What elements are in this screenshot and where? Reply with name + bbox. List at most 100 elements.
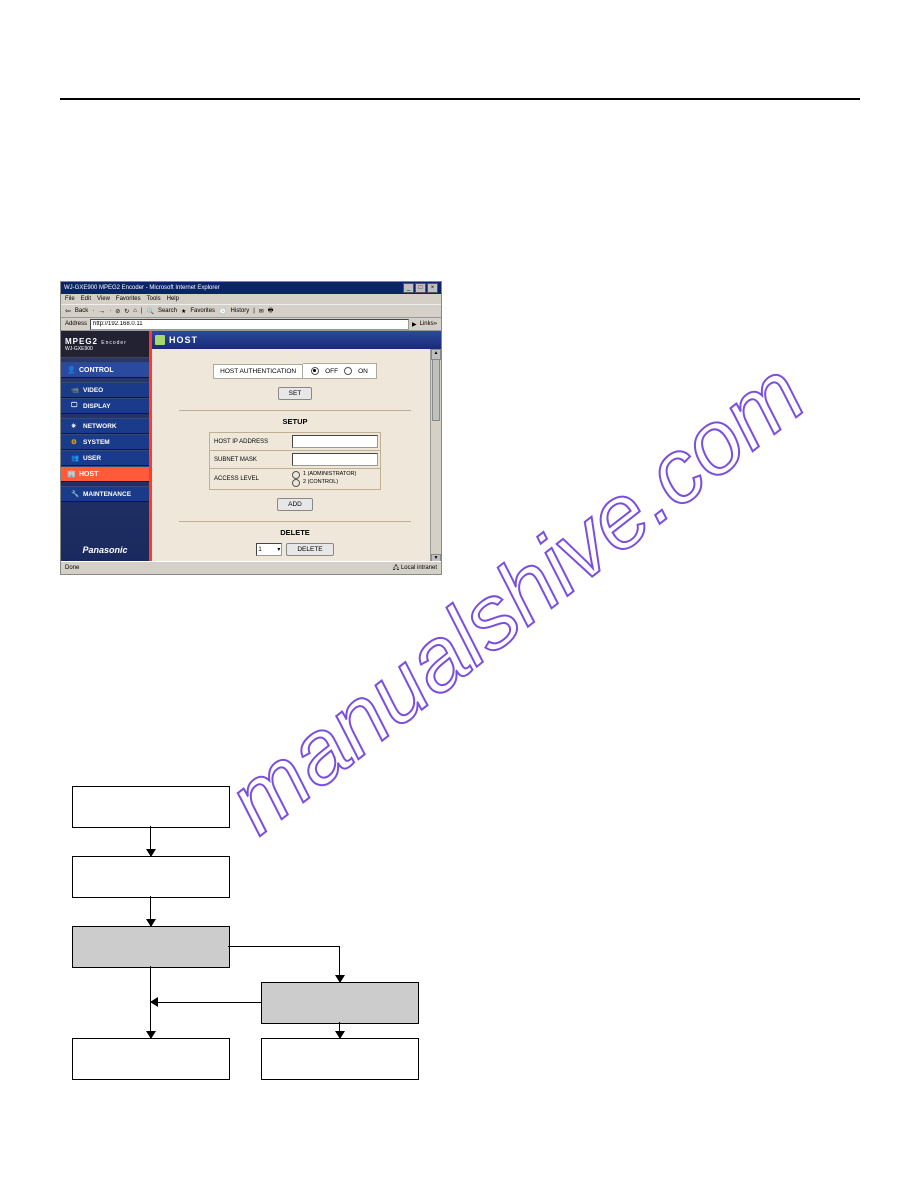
zone-icon: 🖧	[393, 565, 400, 571]
product-model: WJ-GXE900	[65, 346, 145, 352]
radio-admin[interactable]	[292, 471, 300, 479]
status-left: Done	[65, 565, 79, 571]
ip-label: HOST IP ADDRESS	[210, 433, 290, 450]
back-icon[interactable]: ⇦	[65, 307, 71, 315]
ip-input[interactable]	[292, 435, 378, 448]
subnet-input[interactable]	[292, 453, 378, 466]
delete-button[interactable]: DELETE	[286, 543, 333, 556]
panel-header: HOST	[149, 331, 441, 349]
app-sidebar: MPEG2 Encoder WJ-GXE900 👤CONTROL 📹VIDEO …	[61, 331, 149, 565]
host-auth-label: HOST AUTHENTICATION	[213, 364, 303, 379]
chevron-down-icon: ▾	[277, 546, 280, 553]
setup-title: SETUP	[179, 417, 411, 426]
nav-maintenance[interactable]: 🔧 MAINTENANCE	[61, 486, 149, 502]
divider-2	[179, 521, 411, 522]
nav-video[interactable]: 📹 VIDEO	[61, 382, 149, 398]
flow-box-3	[72, 926, 230, 968]
radio-off-label: OFF	[325, 368, 338, 375]
delete-select[interactable]: 1▾	[256, 543, 282, 556]
vertical-scrollbar[interactable]: ▲ ▼	[430, 349, 441, 565]
horizontal-rule	[60, 98, 860, 100]
radio-admin-label: 1 (ADMINISTRATOR)	[303, 471, 356, 478]
go-icon[interactable]: ▶	[412, 321, 417, 328]
host-icon: 🏢	[67, 470, 75, 478]
flow-arrow-4-6	[339, 1022, 340, 1038]
maintenance-icon: 🔧	[71, 490, 79, 498]
mail-icon[interactable]: ✉	[259, 308, 264, 315]
flow-line-4-left	[158, 1002, 261, 1003]
status-bar: Done 🖧 Local intranet	[61, 561, 441, 574]
menu-help[interactable]: Help	[167, 296, 179, 302]
minimize-button[interactable]: _	[403, 283, 414, 293]
radio-on-label: ON	[358, 368, 368, 375]
search-button[interactable]: Search	[158, 308, 177, 314]
menu-tools[interactable]: Tools	[147, 296, 161, 302]
radio-control[interactable]	[292, 479, 300, 487]
menu-edit[interactable]: Edit	[81, 296, 91, 302]
flow-box-2	[72, 856, 230, 898]
close-button[interactable]: ×	[427, 283, 438, 293]
host-auth-row: HOST AUTHENTICATION OFF ON	[179, 363, 411, 379]
system-icon: ⚙	[71, 438, 79, 446]
status-right: Local intranet	[401, 565, 437, 571]
menu-bar: File Edit View Favorites Tools Help	[61, 294, 441, 304]
flow-box-6	[261, 1038, 419, 1080]
flow-box-1	[72, 786, 230, 828]
user-icon: 👥	[71, 454, 79, 462]
nav-user-label: USER	[83, 455, 101, 462]
control-icon: 👤	[67, 366, 75, 374]
subnet-label: SUBNET MASK	[210, 451, 290, 468]
main-panel: HOST ▲ ▼ HOST AUTHENTICATION OFF ON	[149, 331, 441, 565]
search-icon[interactable]: 🔍	[146, 308, 153, 315]
menu-favorites[interactable]: Favorites	[116, 296, 141, 302]
menu-view[interactable]: View	[97, 296, 110, 302]
nav-maintenance-label: MAINTENANCE	[83, 491, 131, 498]
home-icon[interactable]: ⌂	[133, 308, 137, 314]
window-titlebar: WJ-GXE900 MPEG2 Encoder - Microsoft Inte…	[61, 282, 441, 294]
menu-file[interactable]: File	[65, 296, 75, 302]
nav-video-label: VIDEO	[83, 387, 103, 394]
stop-icon[interactable]: ⊘	[115, 308, 120, 315]
window-title: WJ-GXE900 MPEG2 Encoder - Microsoft Inte…	[64, 285, 220, 291]
add-button[interactable]: ADD	[277, 498, 313, 511]
nav-system[interactable]: ⚙ SYSTEM	[61, 434, 149, 450]
nav-system-label: SYSTEM	[83, 439, 110, 446]
scroll-thumb[interactable]	[432, 359, 440, 421]
address-input[interactable]	[90, 319, 409, 330]
host-header-icon	[155, 335, 165, 345]
flow-arrow-to-4	[339, 946, 340, 982]
display-icon: 🖵	[71, 402, 79, 410]
print-icon[interactable]: 🖶	[268, 306, 274, 316]
maximize-button[interactable]: □	[415, 283, 426, 293]
nav-control[interactable]: 👤CONTROL	[61, 362, 149, 378]
nav-user[interactable]: 👥 USER	[61, 450, 149, 466]
favorites-icon[interactable]: ★	[181, 308, 186, 315]
host-auth-options: OFF ON	[303, 363, 377, 379]
video-icon: 📹	[71, 386, 79, 394]
delete-title: DELETE	[179, 528, 411, 537]
radio-on[interactable]	[344, 367, 352, 375]
set-button[interactable]: SET	[278, 387, 313, 400]
forward-icon[interactable]: →	[98, 308, 105, 315]
refresh-icon[interactable]: ↻	[124, 308, 129, 315]
flow-box-4	[261, 982, 419, 1024]
browser-toolbar: ⇦ Back · → · ⊘ ↻ ⌂ | 🔍 Search ★ Favorite…	[61, 304, 441, 318]
nav-network[interactable]: ✴ NETWORK	[61, 418, 149, 434]
browser-window: WJ-GXE900 MPEG2 Encoder - Microsoft Inte…	[60, 281, 442, 575]
history-button[interactable]: History	[231, 308, 250, 314]
setup-box: HOST IP ADDRESS SUBNET MASK ACCESS LEVEL…	[209, 432, 381, 490]
flow-box-5	[72, 1038, 230, 1080]
flow-line-3-right	[228, 946, 339, 947]
nav-display-label: DISPLAY	[83, 403, 111, 410]
flow-arrow-merge	[150, 997, 158, 1007]
back-button[interactable]: Back	[75, 308, 88, 314]
nav-display[interactable]: 🖵 DISPLAY	[61, 398, 149, 414]
network-icon: ✴	[71, 422, 79, 430]
flow-arrow-2-3	[150, 896, 151, 926]
flow-arrow-1-2	[150, 826, 151, 856]
nav-host[interactable]: 🏢HOST	[61, 466, 149, 482]
favorites-button[interactable]: Favorites	[190, 308, 215, 314]
history-icon[interactable]: 🕓	[219, 308, 226, 315]
radio-off[interactable]	[311, 367, 319, 375]
nav-network-label: NETWORK	[83, 423, 117, 430]
